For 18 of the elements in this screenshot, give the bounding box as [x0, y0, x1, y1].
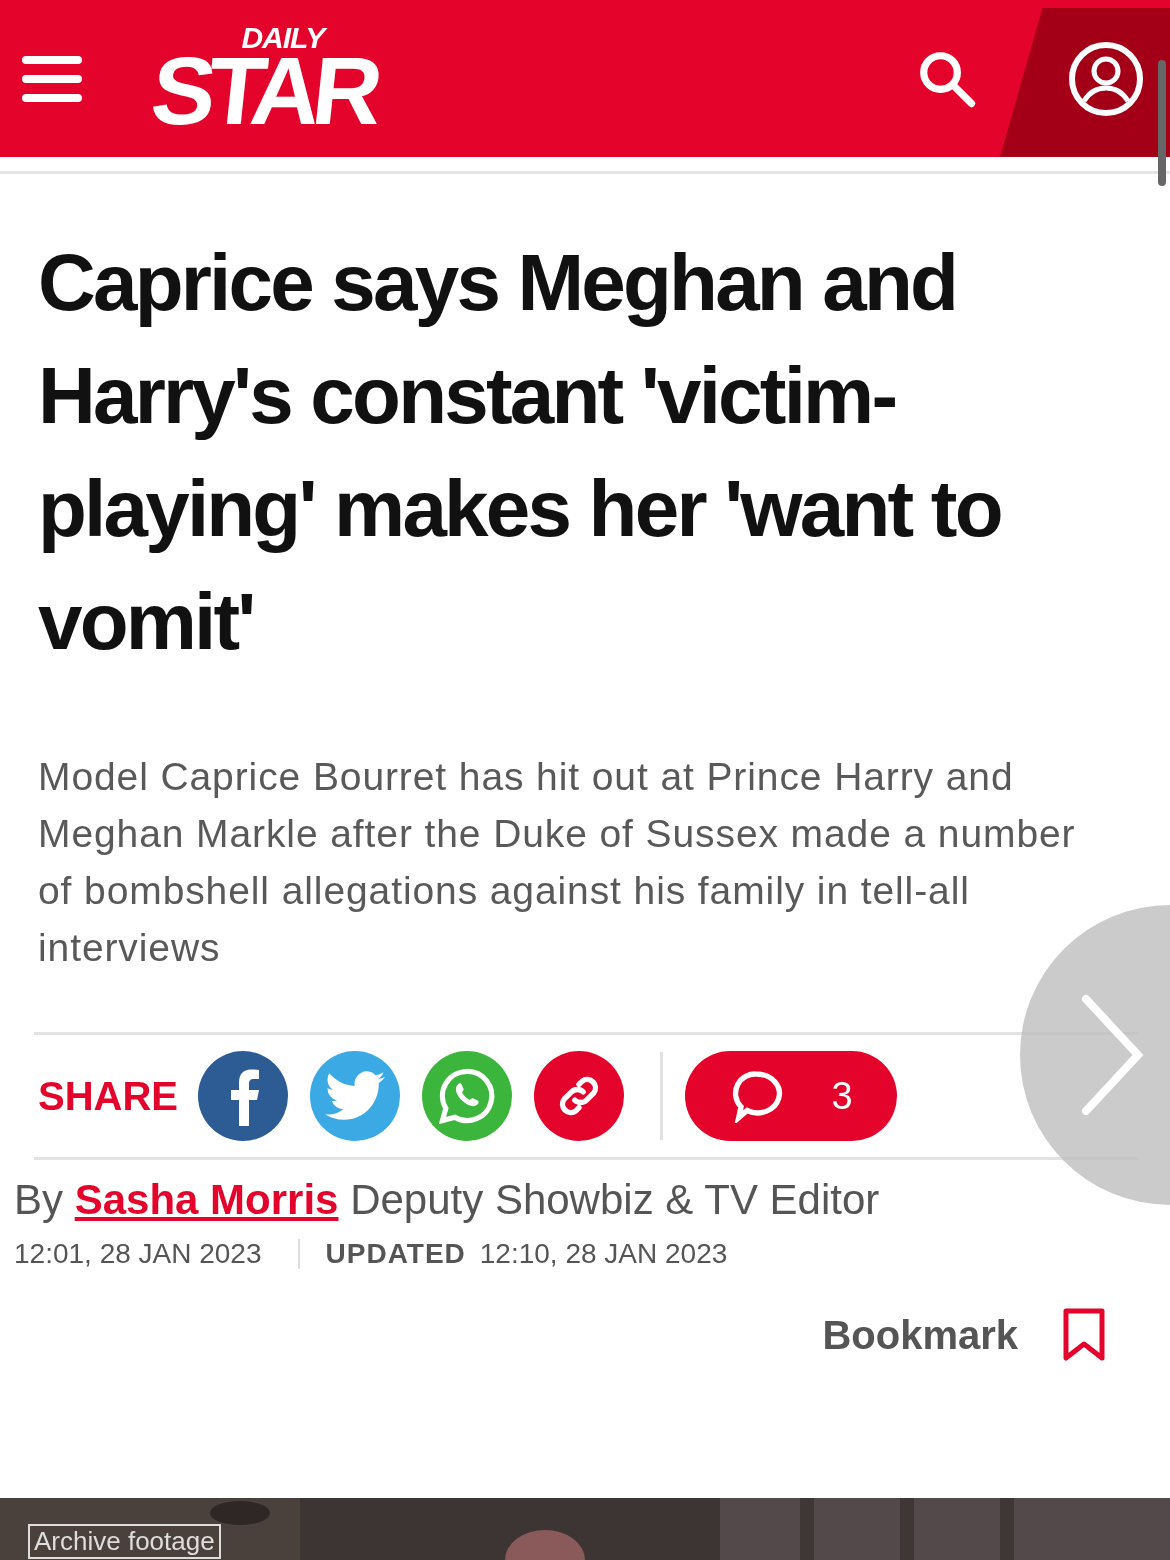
article-standfirst: Model Caprice Bourret has hit out at Prince Harry and Meghan Markle after the Duke of Sussex made a number of bombshell allegations against his family in tell-all interviews [38, 754, 1077, 971]
bookmark-button[interactable]: Bookmark [822, 1312, 1018, 1358]
user-icon [1068, 40, 1144, 117]
account-button[interactable] [1068, 40, 1144, 117]
video-badge: Archive footage [28, 1524, 221, 1559]
published-date: 12:01, 28 JAN 2023 [14, 1238, 262, 1270]
menu-button[interactable] [22, 53, 82, 104]
article-headline: Caprice says Meghan and Harry's constant 'victim-playing' makes her 'want to vomit' [38, 237, 1002, 668]
chevron-right-icon [1080, 993, 1144, 1117]
author-link[interactable]: Sasha Morris [74, 1176, 339, 1223]
bird-icon [325, 1071, 386, 1121]
comments-button[interactable]: 3 [685, 1051, 898, 1141]
updated-date: 12:10, 28 JAN 2023 [479, 1238, 728, 1270]
bookmark-icon[interactable] [1062, 1308, 1106, 1362]
scrollbar[interactable] [1158, 60, 1166, 186]
share-label: SHARE [38, 1073, 179, 1119]
updated-label: UPDATED [325, 1238, 466, 1270]
menu-icon [22, 53, 82, 104]
